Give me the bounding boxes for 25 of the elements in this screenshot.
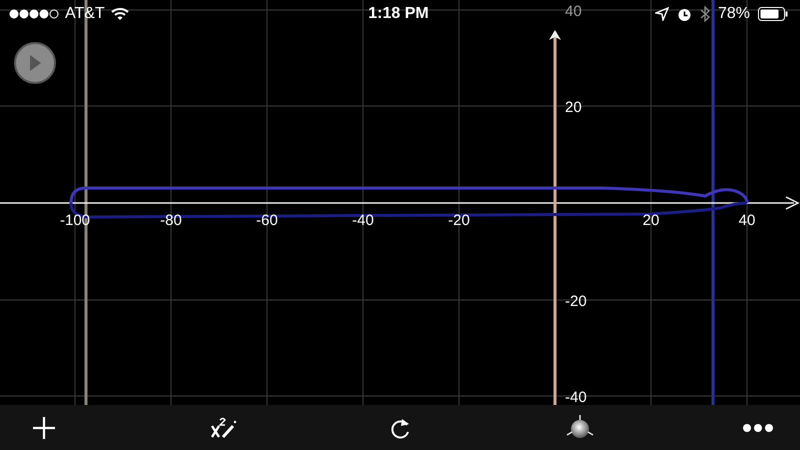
bluetooth-icon	[700, 6, 710, 22]
tick-label: -80	[160, 212, 182, 229]
tick-label: -40	[565, 389, 587, 405]
alarm-clock-icon	[676, 6, 692, 22]
play-button[interactable]	[14, 42, 56, 84]
tick-label: -60	[256, 212, 278, 229]
plus-icon	[32, 416, 56, 440]
tick-label: 20	[642, 212, 660, 229]
tick-label: -20	[448, 212, 470, 229]
tick-label: -20	[565, 293, 587, 310]
signal-icon	[9, 9, 59, 19]
tick-label: -40	[352, 212, 374, 229]
battery-percentage: 78%	[718, 5, 750, 23]
tick-label: 40	[738, 212, 756, 229]
play-icon	[28, 54, 42, 72]
carrier-name: AT&T	[65, 5, 105, 23]
clock-time: 1:18 PM	[368, 5, 429, 23]
formula-pencil-icon	[208, 416, 236, 440]
battery-icon	[758, 7, 788, 21]
more-icon	[742, 422, 774, 432]
tick-label: 20	[565, 99, 582, 116]
tick-label: -100	[60, 212, 90, 229]
location-icon	[654, 7, 669, 21]
wifi-icon	[110, 7, 129, 21]
tick-label: 40	[565, 3, 582, 20]
